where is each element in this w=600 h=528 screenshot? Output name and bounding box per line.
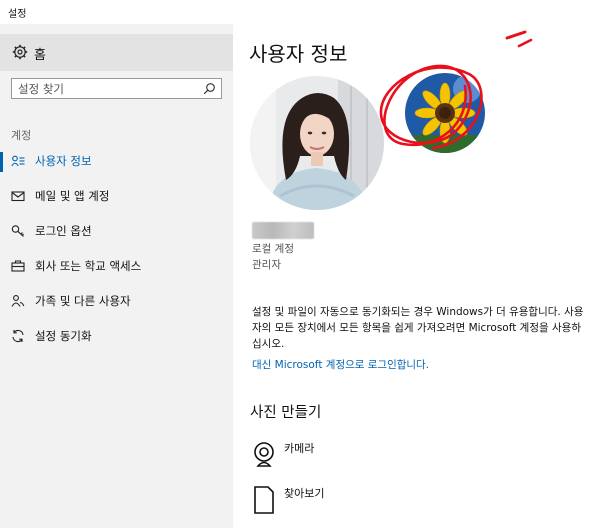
- sidebar-item-your-info[interactable]: 사용자 정보: [0, 150, 233, 174]
- search-input[interactable]: [18, 80, 198, 97]
- home-label: 홈: [34, 48, 46, 63]
- sidebar-item-sync-settings[interactable]: 설정 동기화: [0, 325, 233, 349]
- sidebar-item-label: 사용자 정보: [35, 154, 92, 168]
- sidebar-item-label: 메일 및 앱 계정: [35, 189, 110, 203]
- sidebar-item-sign-in-options[interactable]: 로그인 옵션: [0, 220, 233, 244]
- sidebar-item-email-accounts[interactable]: 메일 및 앱 계정: [0, 185, 233, 209]
- sidebar-item-label: 로그인 옵션: [35, 224, 92, 238]
- sync-icon: [12, 329, 24, 343]
- window-title: 설정: [8, 9, 27, 20]
- key-icon: [11, 225, 24, 237]
- create-picture-heading: 사진 만들기: [250, 405, 322, 421]
- account-type: 로컬 계정: [252, 243, 294, 255]
- microsoft-signin-link[interactable]: 대신 Microsoft 계정으로 로그인합니다.: [252, 357, 429, 372]
- sunflower-picture: [405, 73, 485, 153]
- gear-icon: [12, 44, 28, 60]
- sidebar-item-family-other-users[interactable]: 가족 및 다른 사용자: [0, 290, 233, 314]
- home-nav-item[interactable]: 홈: [0, 34, 233, 71]
- search-icon[interactable]: [203, 82, 216, 95]
- avatar: [250, 76, 384, 210]
- browse-button[interactable]: 찾아보기: [252, 485, 452, 521]
- browse-file-icon: [254, 486, 274, 514]
- search-box[interactable]: [11, 78, 222, 99]
- camera-label: 카메라: [284, 442, 315, 455]
- sidebar-item-label: 가족 및 다른 사용자: [35, 294, 131, 308]
- page-title: 사용자 정보: [249, 42, 348, 66]
- main-content: 사용자 정보 로컬 계정 관리자 설정 및 파일이 자동으로 동기화되는 경우 …: [233, 24, 600, 528]
- browse-label: 찾아보기: [284, 487, 325, 500]
- camera-button[interactable]: 카메라: [252, 440, 452, 476]
- sidebar-item-label: 설정 동기화: [35, 329, 92, 343]
- account-role: 관리자: [252, 259, 281, 271]
- sidebar: 홈 계정 사용자 정보 메일 및 앱 계정 로그인 옵션: [0, 24, 233, 528]
- account-name-redacted: [252, 222, 314, 239]
- webcam-icon: [254, 442, 274, 467]
- briefcase-icon: [11, 260, 25, 272]
- person-list-icon: [11, 155, 25, 167]
- active-indicator: [0, 152, 3, 172]
- people-icon: [11, 295, 25, 307]
- sidebar-item-label: 회사 또는 학교 액세스: [35, 259, 142, 273]
- group-label-accounts: 계정: [11, 129, 32, 142]
- sidebar-item-work-school[interactable]: 회사 또는 학교 액세스: [0, 255, 233, 279]
- mail-icon: [11, 191, 25, 202]
- sync-description: 설정 및 파일이 자동으로 동기화되는 경우 Windows가 더 유용합니다.…: [252, 306, 584, 350]
- title-bar: 설정: [0, 0, 600, 24]
